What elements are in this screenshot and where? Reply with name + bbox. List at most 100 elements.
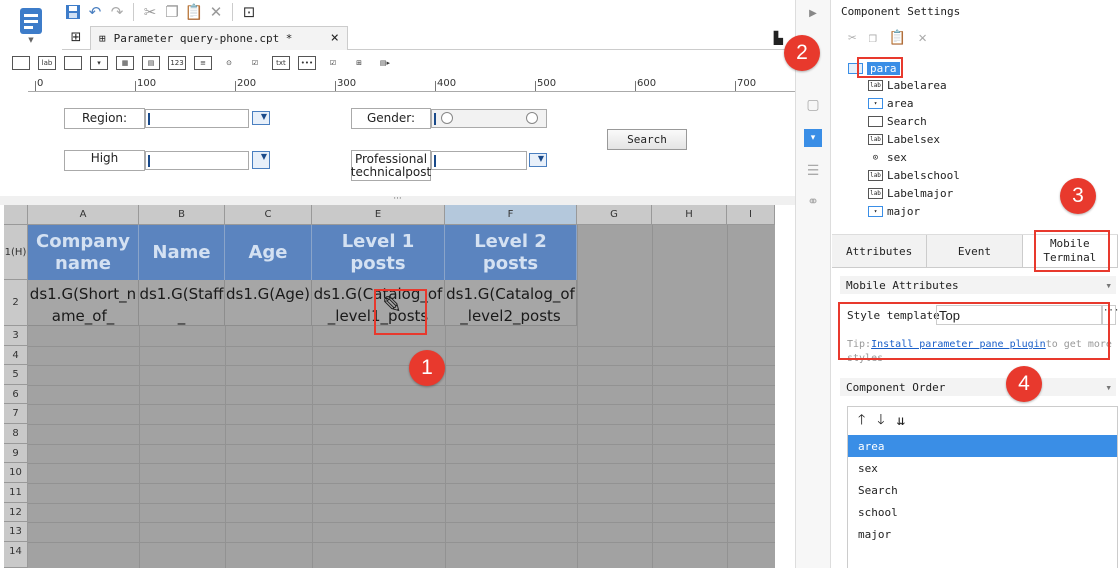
dropdown-arrow-icon[interactable]: [252, 111, 270, 125]
row-header[interactable]: 2: [4, 280, 28, 326]
data-cell-level2[interactable]: ds1.G(Catalog_of_level2_posts: [445, 280, 577, 326]
more-widget-icon[interactable]: ▤▸: [376, 56, 394, 70]
redo-icon[interactable]: ↷: [106, 1, 128, 23]
row-header[interactable]: 4: [4, 346, 28, 365]
text-widget-icon[interactable]: txt: [272, 56, 290, 70]
list-item[interactable]: school: [848, 501, 1117, 523]
list-item[interactable]: area: [848, 435, 1117, 457]
row-header[interactable]: 12: [4, 503, 28, 522]
tab-menu-icon[interactable]: ▙: [774, 31, 783, 45]
region-dropdown[interactable]: [145, 109, 249, 128]
list-icon[interactable]: ☰: [804, 162, 822, 180]
data-cell-age[interactable]: ds1.G(Age): [225, 280, 312, 326]
tree-item[interactable]: lab Labelsex: [868, 131, 940, 148]
tab-attributes[interactable]: Attributes: [832, 235, 928, 267]
cut-icon[interactable]: ✂: [848, 30, 856, 46]
copy-icon[interactable]: ❐: [868, 30, 876, 46]
row-header[interactable]: 6: [4, 385, 28, 404]
report-grid[interactable]: A B C E F G H I 1(H) 2 3 4 5 6 7 8 9 10 …: [4, 205, 775, 568]
column-header-h[interactable]: H: [652, 205, 727, 225]
dropdown-arrow-icon[interactable]: [529, 153, 547, 167]
multiselect-widget-icon[interactable]: ▤: [142, 56, 160, 70]
list-item[interactable]: Search: [848, 479, 1117, 501]
row-header[interactable]: 1(H): [4, 225, 28, 280]
header-cell-name[interactable]: Name: [139, 225, 225, 280]
sort-icon[interactable]: ⇊: [897, 413, 905, 429]
textbox-widget-icon[interactable]: [12, 56, 30, 70]
header-cell-age[interactable]: Age: [225, 225, 312, 280]
professional-label[interactable]: Professional technicalpost: [351, 150, 431, 181]
textarea-widget-icon[interactable]: [64, 56, 82, 70]
data-cell-company[interactable]: ds1.G(Short_name_of_: [28, 280, 139, 326]
header-cell-level2[interactable]: Level 2 posts: [445, 225, 577, 280]
high-date-field[interactable]: [145, 151, 249, 170]
delete-icon[interactable]: ✕: [918, 30, 926, 46]
close-icon[interactable]: ×: [330, 30, 338, 46]
row-header[interactable]: 9: [4, 444, 28, 463]
cut-icon[interactable]: ✂: [139, 1, 161, 23]
move-down-icon[interactable]: 🡓: [877, 409, 884, 433]
professional-dropdown[interactable]: [431, 151, 527, 170]
component-order-section[interactable]: Component Order: [840, 378, 1116, 396]
row-header[interactable]: 8: [4, 424, 28, 444]
dropdown-widget-icon[interactable]: ▾: [90, 56, 108, 70]
row-header[interactable]: 13: [4, 522, 28, 542]
tree-item[interactable]: Search: [868, 113, 927, 130]
list-widget-icon[interactable]: ≡: [194, 56, 212, 70]
row-header[interactable]: 3: [4, 326, 28, 346]
search-button[interactable]: Search: [607, 129, 687, 150]
save-icon[interactable]: [62, 1, 84, 23]
pane-splitter[interactable]: ···: [0, 195, 795, 205]
column-header-i[interactable]: I: [727, 205, 775, 225]
date-widget-icon[interactable]: ▦: [116, 56, 134, 70]
move-up-icon[interactable]: 🡑: [858, 409, 865, 433]
number-widget-icon[interactable]: 123: [168, 56, 186, 70]
tab-parameter-query[interactable]: ⊞ Parameter query-phone.cpt * ×: [90, 25, 348, 50]
checkgroup-widget-icon[interactable]: ☑: [324, 56, 342, 70]
radio-widget-icon[interactable]: ⊙: [220, 56, 238, 70]
undo-icon[interactable]: ↶: [84, 1, 106, 23]
tree-item[interactable]: ⊙ sex: [868, 149, 907, 166]
radio-female[interactable]: [526, 112, 538, 124]
password-widget-icon[interactable]: •••: [298, 56, 316, 70]
preview-icon[interactable]: ⊡: [238, 1, 260, 23]
tab-event[interactable]: Event: [927, 235, 1023, 267]
list-item[interactable]: major: [848, 523, 1117, 545]
tree-item[interactable]: lab Labelarea: [868, 77, 947, 94]
row-header[interactable]: 10: [4, 463, 28, 483]
radio-male[interactable]: [441, 112, 453, 124]
row-header[interactable]: 14: [4, 542, 28, 568]
corner-cell[interactable]: [4, 205, 28, 225]
row-header[interactable]: 5: [4, 365, 28, 385]
column-header-e[interactable]: E: [312, 205, 445, 225]
frame-icon[interactable]: ▢: [804, 96, 822, 114]
link-icon[interactable]: ⚭: [804, 193, 822, 211]
row-header[interactable]: 11: [4, 483, 28, 503]
column-header-a[interactable]: A: [28, 205, 139, 225]
region-label[interactable]: Region:: [64, 108, 145, 129]
widget-settings-icon[interactable]: ▾: [804, 129, 822, 147]
tree-item[interactable]: lab Labelmajor: [868, 185, 953, 202]
expand-right-icon[interactable]: ▶: [804, 4, 822, 22]
tree-widget-icon[interactable]: ⊞: [350, 56, 368, 70]
row-header[interactable]: 7: [4, 404, 28, 424]
data-cell-staff[interactable]: ds1.G(Staff_: [139, 280, 225, 326]
gender-label[interactable]: Gender:: [351, 108, 431, 129]
tree-item[interactable]: lab Labelschool: [868, 167, 960, 184]
column-header-f[interactable]: F: [445, 205, 577, 225]
column-header-g[interactable]: G: [577, 205, 652, 225]
column-header-c[interactable]: C: [225, 205, 312, 225]
paste-icon[interactable]: 📋: [889, 30, 906, 46]
tree-item[interactable]: ▾ area: [868, 95, 914, 112]
tree-item[interactable]: ▾ major: [868, 203, 920, 220]
copy-icon[interactable]: ❐: [161, 1, 183, 23]
header-cell-level1[interactable]: Level 1 posts: [312, 225, 445, 280]
mobile-attributes-section[interactable]: Mobile Attributes: [840, 276, 1116, 294]
label-widget-icon[interactable]: lab: [38, 56, 56, 70]
paste-icon[interactable]: 📋: [183, 1, 205, 23]
app-logo[interactable]: ▼: [0, 0, 62, 50]
delete-icon[interactable]: ✕: [205, 1, 227, 23]
column-header-b[interactable]: B: [139, 205, 225, 225]
grid-icon[interactable]: ⊞: [62, 30, 90, 45]
checkbox-widget-icon[interactable]: ☑: [246, 56, 264, 70]
